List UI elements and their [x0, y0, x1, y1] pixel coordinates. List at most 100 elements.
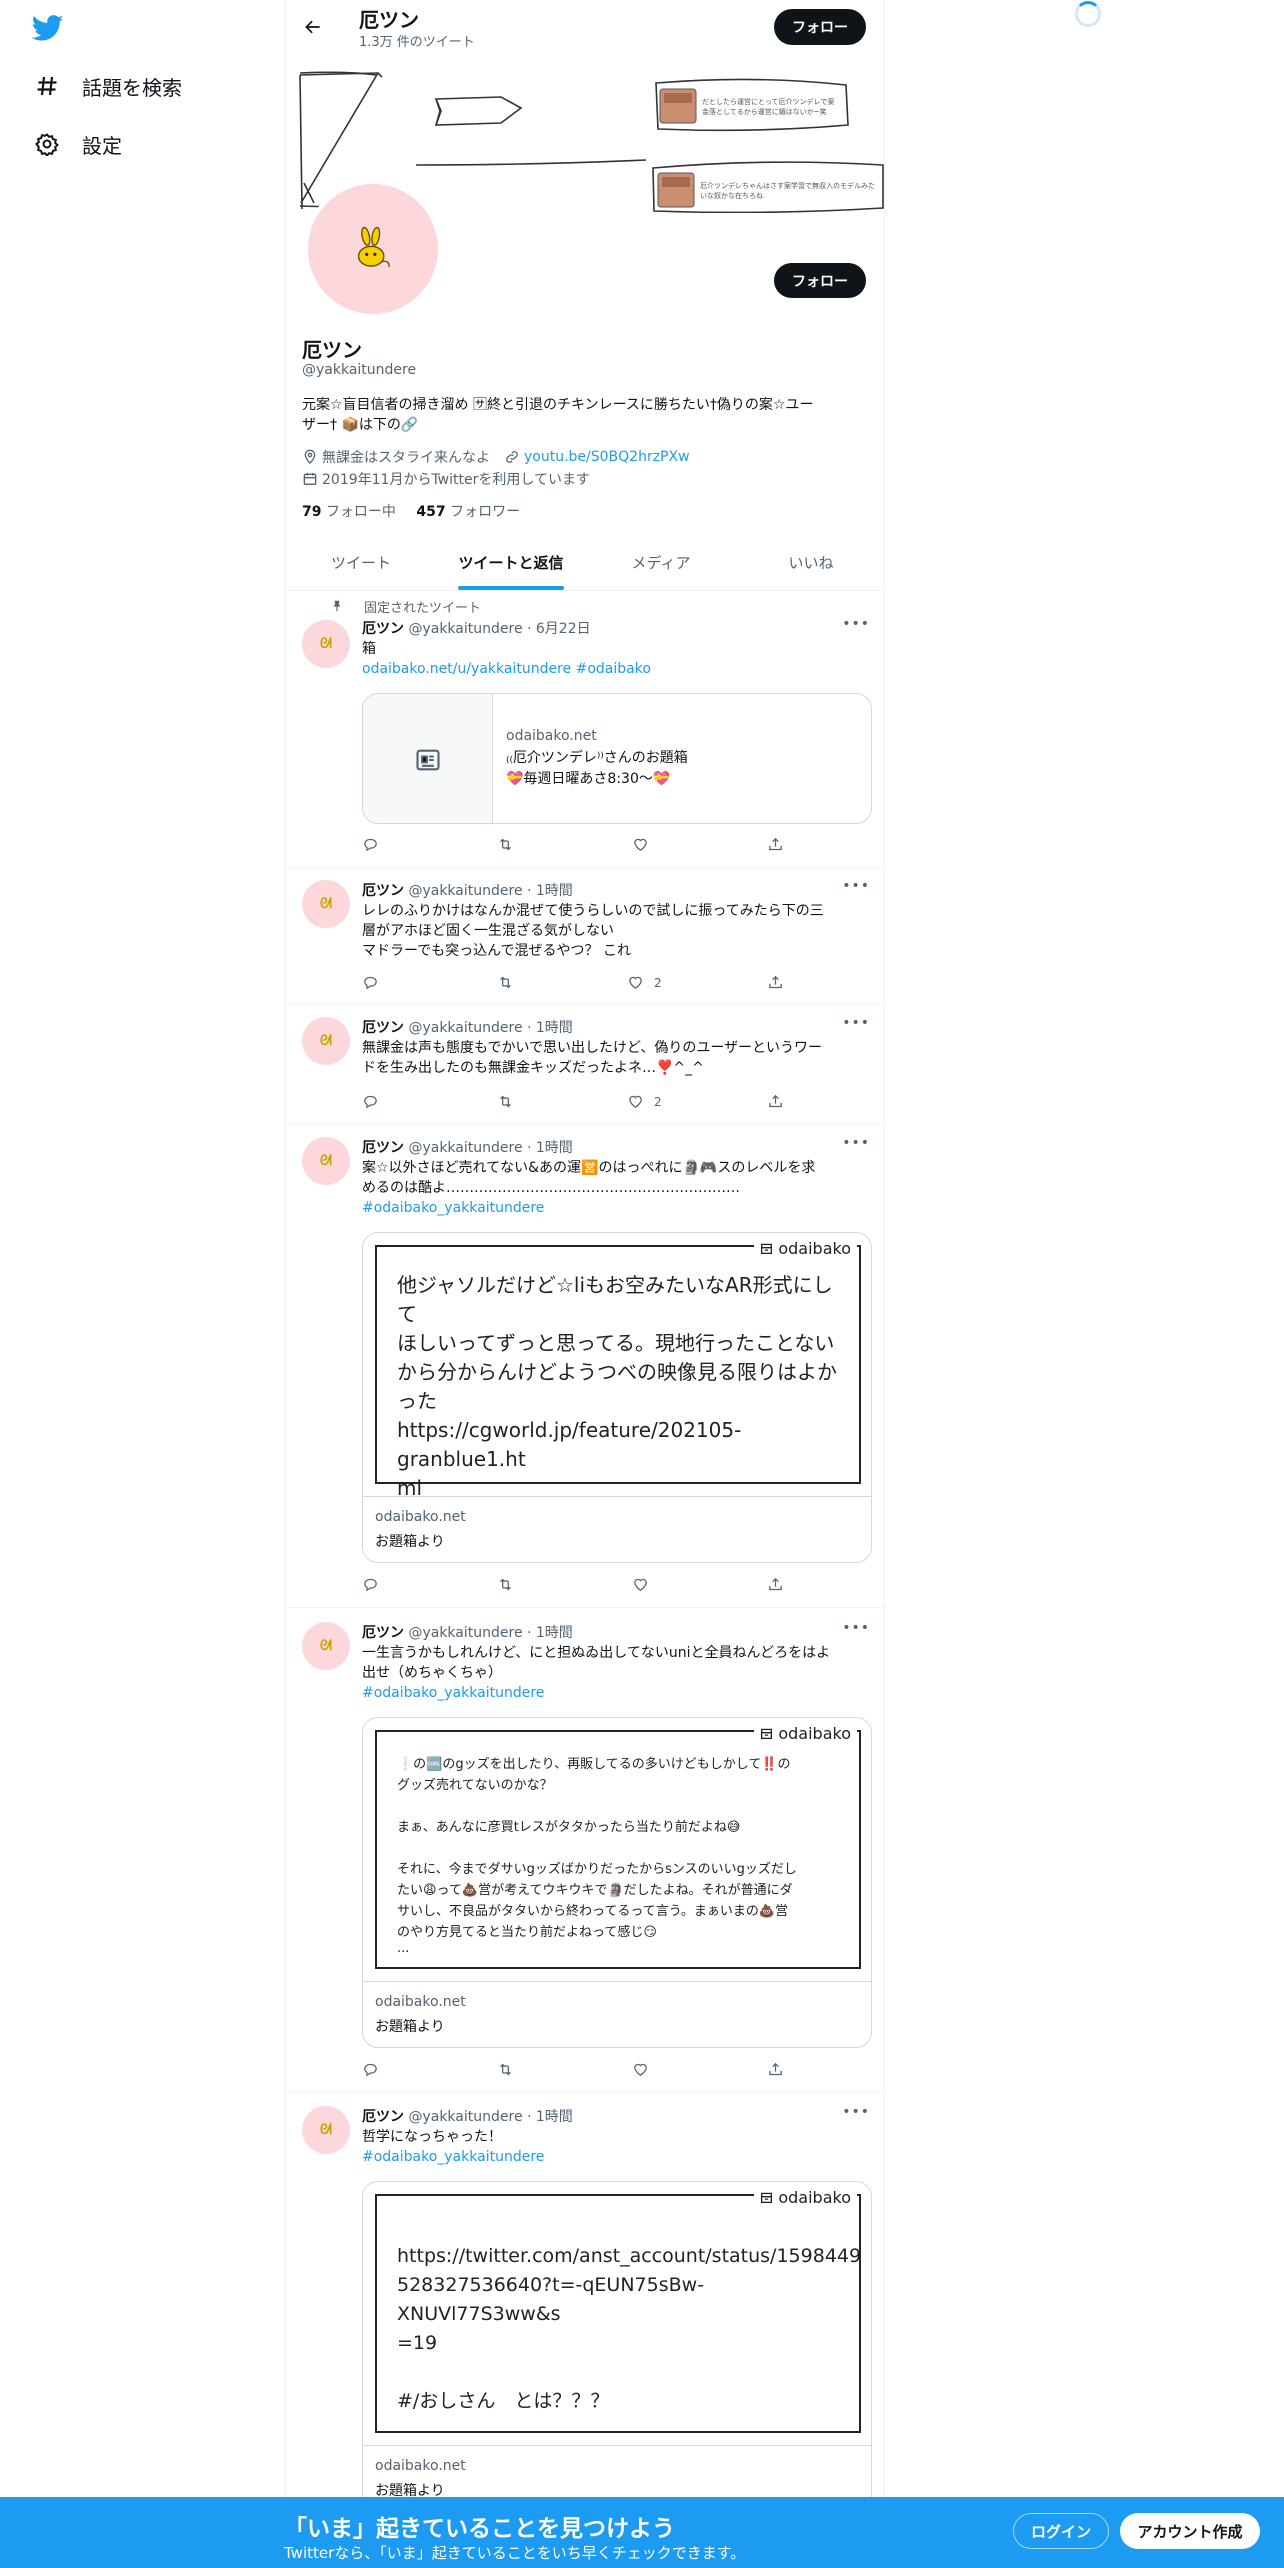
reply-icon[interactable]: [362, 1576, 385, 1593]
profile-avatar[interactable]: [304, 180, 442, 318]
card-image: odaibako ❕の🆒のgッズを出したり、再販してるの多いけどもしかして‼️の…: [363, 1718, 871, 1982]
profile-bio-line2: ザー† 📦は下の🔗: [302, 417, 419, 433]
like-button[interactable]: 2: [627, 974, 662, 991]
tweet-actions: 2: [362, 1093, 792, 1113]
share-icon[interactable]: [767, 974, 790, 991]
nav-settings-label: 設定: [82, 133, 122, 158]
reply-icon[interactable]: [362, 1093, 385, 1110]
tweet-author-name[interactable]: 厄ツン: [362, 2109, 404, 2125]
like-icon[interactable]: [632, 1576, 655, 1593]
more-options-icon[interactable]: •••: [842, 878, 870, 894]
tweet-hashtag[interactable]: #odaibako_yakkaitundere: [362, 1683, 872, 1703]
profile-column: 厄ツン 1.3万 件のツイート フォロー だとしたら運営にとって厄介ツンデレで案…: [285, 0, 885, 2568]
tweet-hashtag[interactable]: #odaibako_yakkaitundere: [362, 2147, 872, 2167]
article-icon: [363, 694, 493, 823]
retweet-icon[interactable]: [497, 974, 520, 991]
reply-icon[interactable]: [362, 2061, 385, 2078]
link-card[interactable]: odaibako ❕の🆒のgッズを出したり、再販してるの多いけどもしかして‼️の…: [362, 1717, 872, 2048]
tweet-meta[interactable]: @yakkaitundere · 1時間: [408, 2109, 572, 2125]
tweet-author-name[interactable]: 厄ツン: [362, 1020, 404, 1036]
profile-website-link[interactable]: youtu.be/S0BQ2hrzPXw: [524, 449, 690, 465]
tweet-text: 無課金は声も態度もでかいで思い出したけど、偽りのユーザーというワー ドを生み出し…: [362, 1038, 872, 1078]
tweet-text-line: めるのは酷よ………………………………………………………: [362, 1180, 740, 1196]
more-options-icon[interactable]: •••: [842, 1135, 870, 1151]
tweet-avatar[interactable]: ᘛ: [302, 2106, 350, 2154]
tweet-author-name[interactable]: 厄ツン: [362, 1140, 404, 1156]
tweet-hashtag[interactable]: #odaibako: [576, 661, 651, 677]
card-title: お題箱より: [375, 2019, 445, 2035]
tweet-item[interactable]: ᘛ 厄ツン @yakkaitundere · 1時間 ••• 案☆以外さほど売れ…: [286, 1125, 884, 1608]
retweet-icon[interactable]: [497, 1576, 520, 1593]
profile-follow-button[interactable]: フォロー: [774, 263, 866, 298]
login-button[interactable]: ログイン: [1013, 2513, 1109, 2549]
calendar-icon: [302, 471, 318, 487]
tweet-link[interactable]: odaibako.net/u/yakkaitundere: [362, 661, 571, 677]
tweet-text-line: 一生言うかもしれんけど、にと担ぬゐ出してないuniと全員ねんどろをはよ: [362, 1645, 831, 1661]
tweet-hashtag[interactable]: #odaibako_yakkaitundere: [362, 1198, 872, 1218]
profile-joined-row: 2019年11月からTwitterを利用しています: [302, 469, 590, 489]
like-icon[interactable]: [632, 2061, 655, 2078]
tweet-meta[interactable]: @yakkaitundere · 1時間: [408, 1140, 572, 1156]
retweet-icon[interactable]: [497, 836, 520, 853]
tweet-item[interactable]: ᘛ 厄ツン @yakkaitundere · 1時間 ••• 一生言うかもしれん…: [286, 1608, 884, 2092]
tweet-text: 案☆以外さほど売れてない&あの運🈺のはっぺれに🗿🎮スのレベルを求 めるのは酷よ……: [362, 1158, 872, 1218]
more-options-icon[interactable]: •••: [842, 1015, 870, 1031]
tweet-text-line: レレのふりかけはなんか混ぜて使うらしいので試しに振ってみたら下の三: [362, 903, 824, 919]
tweet-text-line: マドラーでも突っ込んで混ぜるやつ？ これ: [362, 943, 631, 959]
tweet-author-name[interactable]: 厄ツン: [362, 883, 404, 899]
tweet-avatar[interactable]: ᘛ: [302, 1137, 350, 1185]
reply-icon[interactable]: [362, 836, 385, 853]
tweet-item[interactable]: ᘛ 厄ツン @yakkaitundere · 1時間 ••• 無課金は声も態度も…: [286, 1005, 884, 1125]
tweet-meta[interactable]: @yakkaitundere · 1時間: [408, 1020, 572, 1036]
tweet-author-name[interactable]: 厄ツン: [362, 1625, 404, 1641]
tweet-item[interactable]: ᘛ 厄ツン @yakkaitundere · 1時間 ••• レレのふりかけはな…: [286, 868, 884, 1005]
tweet-avatar[interactable]: ᘛ: [302, 1622, 350, 1670]
more-options-icon[interactable]: •••: [842, 1620, 870, 1636]
retweet-icon[interactable]: [497, 1093, 520, 1110]
tweet-header: 厄ツン @yakkaitundere · 6月22日: [362, 618, 591, 638]
tweet-meta[interactable]: @yakkaitundere · 1時間: [408, 1625, 572, 1641]
share-icon[interactable]: [767, 1093, 790, 1110]
tweet-text-line: 層がアホほど固く一生混ざる気がしない: [362, 923, 614, 939]
tab-tweets[interactable]: ツイート: [286, 535, 436, 590]
share-icon[interactable]: [767, 1576, 790, 1593]
nav-explore[interactable]: 話題を検索: [34, 66, 182, 106]
link-card[interactable]: odaibako.net ₍₍厄介ツンデレ⁾⁾さんのお題箱 💝毎週日曜あさ8:3…: [362, 693, 872, 824]
followers-link[interactable]: 457 フォロワー: [416, 504, 520, 520]
tweet-avatar[interactable]: ᘛ: [302, 880, 350, 928]
share-icon[interactable]: [767, 836, 790, 853]
tweet-author-name[interactable]: 厄ツン: [362, 621, 404, 637]
create-account-button[interactable]: アカウント作成: [1120, 2513, 1260, 2549]
tweet-avatar[interactable]: ᘛ: [302, 1017, 350, 1065]
link-card[interactable]: odaibako https://twitter.com/anst_accoun…: [362, 2181, 872, 2512]
tweet-item[interactable]: ᘛ 厄ツン @yakkaitundere · 6月22日 ••• 箱 odaib…: [286, 590, 884, 868]
tweet-actions: [362, 2061, 792, 2081]
tweet-avatar[interactable]: ᘛ: [302, 620, 350, 668]
like-icon[interactable]: [632, 836, 655, 853]
retweet-icon[interactable]: [497, 2061, 520, 2078]
tweet-meta[interactable]: @yakkaitundere · 6月22日: [408, 621, 590, 637]
tweet-meta[interactable]: @yakkaitundere · 1時間: [408, 883, 572, 899]
back-arrow-icon[interactable]: [298, 12, 328, 42]
like-icon: [629, 1095, 642, 1108]
card-title: お題箱より: [375, 1534, 445, 1550]
tab-media[interactable]: メディア: [586, 535, 736, 590]
link-card[interactable]: odaibako 他ジャソルだけど☆liもお空みたいなAR形式にして ほしいって…: [362, 1232, 872, 1563]
reply-icon[interactable]: [362, 974, 385, 991]
signup-prompt-bar: 「いま」起きていることを見つけよう Twitterなら、「いま」起きていることを…: [0, 2497, 1284, 2568]
like-button[interactable]: 2: [627, 1093, 662, 1110]
following-link[interactable]: 79 フォロー中: [302, 504, 396, 520]
tab-tweets-and-replies[interactable]: ツイートと返信: [436, 535, 586, 590]
share-icon[interactable]: [767, 2061, 790, 2078]
tweet-header: 厄ツン @yakkaitundere · 1時間: [362, 2106, 573, 2126]
header-follow-button[interactable]: フォロー: [774, 9, 866, 45]
more-options-icon[interactable]: •••: [842, 2104, 870, 2120]
twitter-bird-icon[interactable]: [31, 12, 64, 44]
nav-settings[interactable]: 設定: [34, 124, 122, 164]
signup-prompt-subtitle: Twitterなら、「いま」起きていることをいち早くチェックできます。: [284, 2544, 746, 2562]
header-name: 厄ツン: [359, 8, 419, 32]
hashtag-icon: [34, 73, 60, 99]
more-options-icon[interactable]: •••: [842, 616, 870, 632]
tab-likes[interactable]: いいね: [736, 535, 884, 590]
profile-follow-stats: 79 フォロー中 457 フォロワー: [302, 501, 520, 521]
